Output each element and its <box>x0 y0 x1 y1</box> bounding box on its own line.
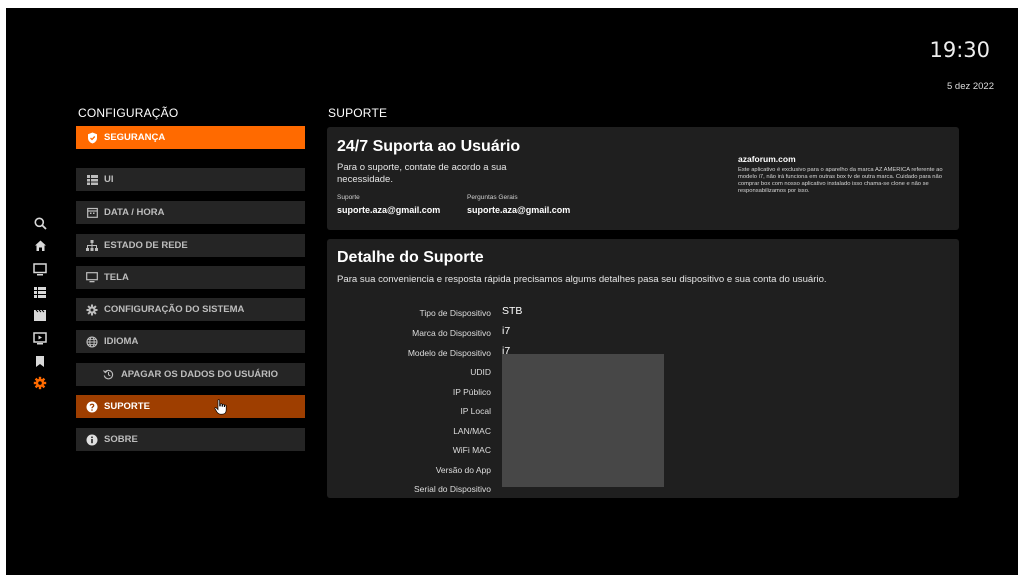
list-icon[interactable] <box>28 282 52 302</box>
series-icon[interactable] <box>28 328 52 348</box>
detail-value: i7 <box>502 325 511 337</box>
detail-label: UDID <box>470 367 491 377</box>
bookmark-icon[interactable] <box>28 351 52 371</box>
menu-item-idioma[interactable]: IDIOMA <box>76 330 305 353</box>
forum-site[interactable]: azaforum.com <box>738 154 796 164</box>
support-heading: 24/7 Suporta ao Usuário <box>337 138 521 155</box>
contact-label-support: Suporte <box>337 194 360 201</box>
support-text: Para o suporte, contate de acordo a sua … <box>337 162 507 185</box>
config-title: CONFIGURAÇÃO <box>78 106 179 120</box>
detail-label: IP Público <box>452 387 491 397</box>
detail-label: IP Local <box>460 406 491 416</box>
gear-icon <box>86 304 98 316</box>
movies-icon[interactable] <box>28 305 52 325</box>
menu-item-label: IDIOMA <box>104 336 139 347</box>
support-card: 24/7 Suporta ao Usuário Para o suporte, … <box>327 127 959 230</box>
menu-item-sobre[interactable]: SOBRE <box>76 428 305 451</box>
menu-item-data-hora[interactable]: DATA / HORA <box>76 201 305 224</box>
menu-item-label: SUPORTE <box>104 401 150 412</box>
network-icon <box>86 240 98 252</box>
disclaimer-text: Este aplicativo é exclusivo para o apare… <box>738 167 943 194</box>
menu-item-estado-de-rede[interactable]: ESTADO DE REDE <box>76 234 305 257</box>
contact-label-general: Perguntas Gerais <box>467 194 518 201</box>
menu-item-label: APAGAR OS DADOS DO USUÁRIO <box>120 369 279 380</box>
menu-item-seguranca[interactable]: SEGURANÇA <box>76 126 305 149</box>
menu-item-ui[interactable]: UI <box>76 168 305 191</box>
clock-date: 5 dez 2022 <box>946 81 994 92</box>
home-icon[interactable] <box>28 235 52 255</box>
detail-label: Versão do App <box>435 465 491 475</box>
detail-label: Modelo de Dispositivo <box>407 348 491 358</box>
support-title: SUPORTE <box>328 106 388 120</box>
monitor-icon <box>86 272 98 284</box>
shield-icon <box>86 132 98 144</box>
menu-item-label: SOBRE <box>104 434 138 445</box>
menu-item-label: TELA <box>104 272 129 283</box>
clock-time: 19:30 <box>929 38 990 62</box>
detail-value: STB <box>502 305 523 317</box>
menu-item-apagar-dados[interactable]: APAGAR OS DADOS DO USUÁRIO <box>76 363 305 386</box>
detail-label: Marca do Dispositivo <box>412 328 491 338</box>
detail-label: LAN/MAC <box>453 426 491 436</box>
menu-item-label: UI <box>104 174 114 185</box>
calendar-icon <box>86 207 98 219</box>
settings-icon[interactable] <box>28 373 52 393</box>
menu-item-suporte[interactable]: SUPORTE <box>76 395 305 418</box>
redacted-values <box>502 354 664 487</box>
support-details-card: Detalhe do Suporte Para sua conveniencia… <box>327 239 959 498</box>
help-icon <box>86 401 98 413</box>
ui-icon <box>86 174 98 186</box>
info-icon <box>86 434 98 446</box>
details-heading: Detalhe do Suporte <box>337 249 484 266</box>
tv-icon[interactable] <box>28 259 52 279</box>
tv-screen: 19:30 5 dez 2022 CONFIGURAÇÃO SEGURANÇA … <box>6 8 1018 575</box>
details-text: Para sua conveniencia e resposta rápida … <box>337 274 827 285</box>
detail-label: Tipo de Dispositivo <box>419 308 492 318</box>
reset-icon <box>103 369 115 381</box>
menu-item-label: CONFIGURAÇÃO DO SISTEMA <box>104 304 245 315</box>
menu-item-label: DATA / HORA <box>104 207 165 218</box>
globe-icon <box>86 335 98 348</box>
hand-cursor-icon <box>214 399 227 415</box>
detail-label: Serial do Dispositivo <box>413 484 491 494</box>
menu-item-label: SEGURANÇA <box>104 132 166 143</box>
contact-email-support[interactable]: suporte.aza@gmail.com <box>337 205 440 215</box>
menu-item-tela[interactable]: TELA <box>76 266 305 289</box>
search-icon[interactable] <box>28 213 52 233</box>
contact-email-general[interactable]: suporte.aza@gmail.com <box>467 205 570 215</box>
detail-label: WiFi MAC <box>452 445 491 455</box>
menu-item-label: ESTADO DE REDE <box>104 240 188 251</box>
menu-item-configuracao-do-sistema[interactable]: CONFIGURAÇÃO DO SISTEMA <box>76 298 305 321</box>
